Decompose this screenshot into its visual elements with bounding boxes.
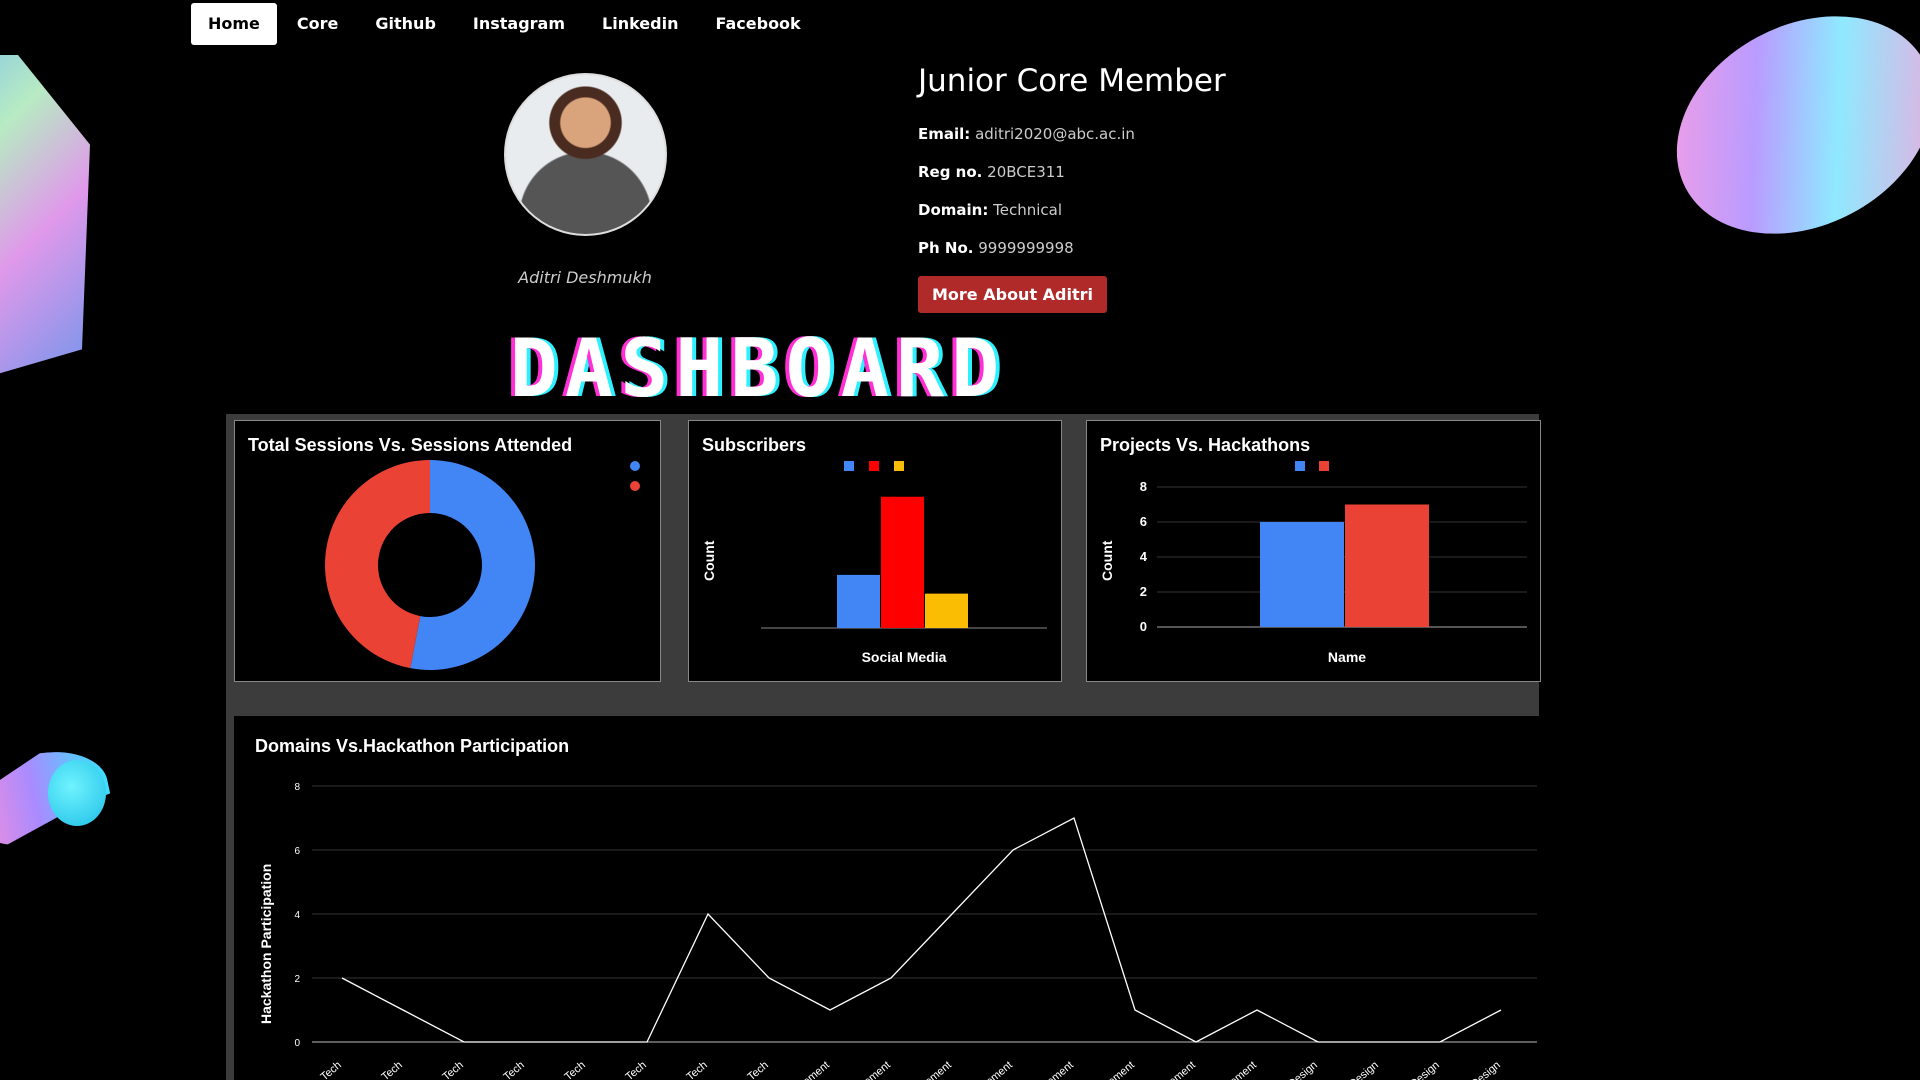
domain-label: Domain: [918, 201, 989, 219]
projects-bar-chart: 0 2 4 6 8 [1140, 479, 1527, 634]
nav-facebook[interactable]: Facebook [698, 3, 817, 45]
more-about-button[interactable]: More About Aditri [918, 276, 1108, 313]
subscribers-bar-0 [837, 574, 880, 628]
domains-xtick-label: Tech [684, 1059, 710, 1080]
profile-avatar [504, 73, 667, 236]
domains-xtick-label: Design [1347, 1059, 1381, 1080]
domains-ytick-label: 4 [294, 910, 300, 921]
reg-label: Reg no. [918, 163, 983, 181]
domains-ytick-label: 6 [294, 846, 300, 857]
domains-xtick-label: Tech [501, 1059, 527, 1080]
top-navigation: Home Core Github Instagram Linkedin Face… [191, 3, 821, 45]
sessions-donut-chart [324, 460, 535, 670]
decorative-disc-shape [1638, 0, 1920, 277]
projects-bar-1 [1345, 504, 1429, 627]
domains-series-line [341, 817, 1502, 1043]
email-label: Email: [918, 125, 971, 143]
member-role: Junior Core Member [918, 63, 1226, 99]
reg-row: Reg no. 20BCE311 [918, 163, 1065, 181]
nav-github[interactable]: Github [358, 3, 453, 45]
projects-ytick-label: 2 [1140, 584, 1147, 599]
domains-line-chart: 02468TechTechTechTechTechTechTechTechMan… [294, 782, 1537, 1080]
projects-ytick-label: 6 [1140, 514, 1147, 529]
domains-xtick-label: Tech [623, 1059, 649, 1080]
phone-value: 9999999998 [978, 239, 1074, 257]
decorative-cube-shape [0, 55, 90, 375]
projects-ytick-label: 0 [1140, 619, 1147, 634]
donut-slice-1 [324, 460, 430, 669]
domains-xtick-label: Tech [562, 1059, 588, 1080]
domains-chart-card: Domains Vs.Hackathon Participation Hacka… [234, 716, 1539, 1080]
projects-bar-0 [1260, 522, 1344, 627]
dashboard-title: DASHBOARD [509, 322, 1007, 415]
nav-home[interactable]: Home [191, 3, 277, 45]
member-name: Aditri Deshmukh [518, 268, 652, 287]
subscribers-bar-1 [881, 496, 924, 628]
domains-xtick-label: Tech [745, 1059, 771, 1080]
domains-xtick-label: Management [1202, 1059, 1259, 1080]
domains-xtick-label: Management [836, 1059, 893, 1080]
projects-ytick-label: 4 [1140, 549, 1148, 564]
nav-linkedin[interactable]: Linkedin [585, 3, 695, 45]
domains-xtick-label: Management [1019, 1059, 1076, 1080]
domains-xtick-label: Management [958, 1059, 1015, 1080]
projects-chart-card: Projects Vs. Hackathons Count Name 02468 [1086, 420, 1541, 682]
domain-row: Domain: Technical [918, 201, 1062, 219]
sessions-chart-card: Total Sessions Vs. Sessions Attended [234, 420, 661, 682]
domains-xtick-label: Tech [440, 1059, 466, 1080]
reg-value: 20BCE311 [987, 163, 1065, 181]
email-row: Email: aditri2020@abc.ac.in [918, 125, 1135, 143]
domains-ytick-label: 8 [294, 782, 300, 793]
domains-xtick-label: Design [1469, 1059, 1503, 1080]
phone-row: Ph No. 9999999998 [918, 239, 1074, 257]
subscribers-bar-chart [761, 496, 1047, 629]
nav-core[interactable]: Core [280, 3, 355, 45]
projects-ytick-label: 8 [1140, 479, 1147, 494]
phone-label: Ph No. [918, 239, 974, 257]
nav-instagram[interactable]: Instagram [456, 3, 582, 45]
domains-xtick-label: Management [775, 1059, 832, 1080]
domains-xtick-label: Design [1408, 1059, 1442, 1080]
dashboard-panel: Total Sessions Vs. Sessions Attended Sub… [226, 414, 1541, 1080]
domains-xtick-label: Management [1141, 1059, 1198, 1080]
domain-value: Technical [993, 201, 1062, 219]
domains-ytick-label: 2 [294, 974, 300, 985]
subscribers-bar-2 [925, 593, 968, 628]
domains-xtick-label: Design [1286, 1059, 1320, 1080]
decorative-tube-end [48, 760, 106, 826]
subscribers-chart-card: Subscribers Count Social Media [688, 420, 1062, 682]
domains-xtick-label: Management [897, 1059, 954, 1080]
domains-xtick-label: Management [1080, 1059, 1137, 1080]
email-value: aditri2020@abc.ac.in [975, 125, 1135, 143]
domains-ytick-label: 0 [294, 1038, 300, 1049]
domains-xtick-label: Tech [318, 1059, 344, 1080]
domains-xtick-label: Tech [379, 1059, 405, 1080]
